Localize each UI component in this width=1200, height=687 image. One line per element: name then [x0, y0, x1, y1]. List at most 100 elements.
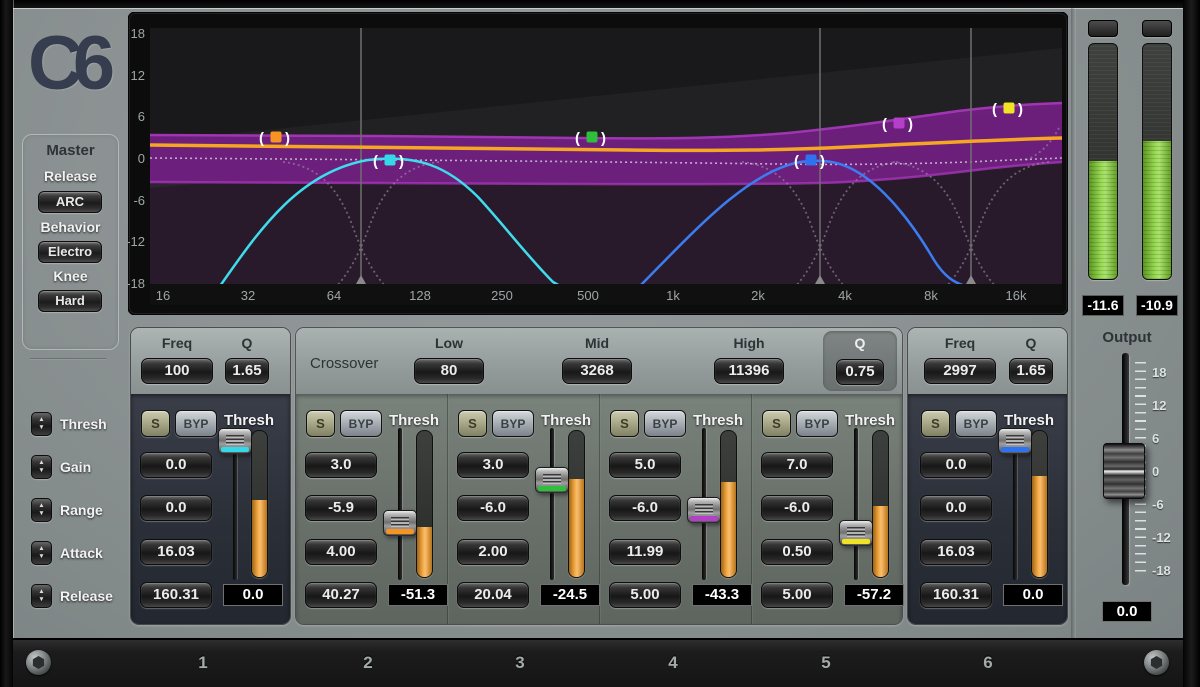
band-2-thresh-fader-handle[interactable]	[383, 510, 417, 536]
band-1-thresh-fader-handle[interactable]	[218, 428, 252, 454]
output-scale-6: 6	[1152, 431, 1182, 445]
band-1-controls: S BYP Thresh 0.0 0.0 16.03 160.31 0.0	[130, 327, 291, 625]
output-meter-right	[1142, 43, 1172, 280]
band-1-attack-value[interactable]: 16.03	[140, 539, 212, 565]
band-6-gain-value[interactable]: 0.0	[920, 452, 992, 478]
band-2-meter	[416, 430, 433, 578]
band-1-range-value[interactable]: 0.0	[140, 495, 212, 521]
hard-button[interactable]: Hard	[38, 290, 102, 312]
band-2-release-value[interactable]: 40.27	[305, 582, 377, 608]
band-6-color-stripe	[1001, 447, 1029, 452]
gain-param-label: Gain	[60, 459, 91, 475]
output-scale-minus12: -12	[1152, 530, 1182, 544]
band-number-1: 1	[183, 653, 223, 673]
band-4-release-value[interactable]: 5.00	[609, 582, 681, 608]
sidebar-divider	[30, 358, 106, 360]
band-5-thresh-fader-track[interactable]	[854, 428, 858, 580]
band-5-attack-value[interactable]: 0.50	[761, 539, 833, 565]
release-param-label: Release	[60, 588, 113, 604]
band-3-bypass-button[interactable]: BYP	[492, 410, 534, 437]
band-5-gain-value[interactable]: 7.0	[761, 452, 833, 478]
band-4-solo-button[interactable]: S	[610, 410, 639, 437]
band-4-meter-fill	[721, 482, 736, 577]
attack-stepper[interactable]: ▲▼	[31, 541, 52, 565]
band-4-bypass-button[interactable]: BYP	[644, 410, 686, 437]
band-5-release-value[interactable]: 5.00	[761, 582, 833, 608]
band-6-attack-value[interactable]: 16.03	[920, 539, 992, 565]
bottom-bar: 1 2 3 4 5 6	[13, 638, 1183, 687]
thresh-stepper[interactable]: ▲▼	[31, 412, 52, 436]
screw-right	[1144, 650, 1169, 675]
band-number-3: 3	[500, 653, 540, 673]
band-1-release-value[interactable]: 160.31	[140, 582, 212, 608]
band-6-range-value[interactable]: 0.0	[920, 495, 992, 521]
band-2-thresh-fader-track[interactable]	[398, 428, 402, 580]
band-2-node[interactable]	[271, 132, 282, 143]
band-3-solo-button[interactable]: S	[458, 410, 487, 437]
band-5-thresh-fader-handle[interactable]	[839, 520, 873, 546]
band-2-gain-value[interactable]: 3.0	[305, 452, 377, 478]
clip-indicator-right[interactable]	[1142, 20, 1172, 37]
band-5-solo-button[interactable]: S	[762, 410, 791, 437]
band-3-meter-fill	[569, 479, 584, 577]
band-5-node[interactable]	[1004, 103, 1015, 114]
band-2-color-stripe	[386, 529, 414, 534]
band-6-thresh-fader-handle[interactable]	[998, 428, 1032, 454]
arc-button[interactable]: ARC	[38, 191, 102, 213]
band-4-range-value[interactable]: -6.0	[609, 495, 681, 521]
svg-text:16k: 16k	[1006, 288, 1027, 303]
band-3-color-stripe	[538, 486, 566, 491]
band-4-thresh-readout[interactable]: -43.3	[692, 584, 752, 606]
param-row-release: ▲▼ Release	[31, 584, 126, 608]
svg-text:6: 6	[138, 109, 145, 124]
output-scale-minus6: -6	[1152, 497, 1182, 511]
release-label: Release	[22, 168, 119, 184]
band-2-solo-button[interactable]: S	[306, 410, 335, 437]
svg-text:18: 18	[131, 26, 145, 41]
band-2-bypass-button[interactable]: BYP	[340, 410, 382, 437]
band-4-gain-value[interactable]: 5.0	[609, 452, 681, 478]
band-3-gain-value[interactable]: 3.0	[457, 452, 529, 478]
band-3-thresh-fader-track[interactable]	[550, 428, 554, 580]
svg-text:): )	[1018, 101, 1023, 118]
gain-stepper[interactable]: ▲▼	[31, 455, 52, 479]
band-3-thresh-fader-handle[interactable]	[535, 467, 569, 493]
band-3-node[interactable]	[587, 132, 598, 143]
band-1-gain-value[interactable]: 0.0	[140, 452, 212, 478]
band-5-bypass-button[interactable]: BYP	[796, 410, 838, 437]
band-5-thresh-readout[interactable]: -57.2	[844, 584, 904, 606]
band-2-range-value[interactable]: -5.9	[305, 495, 377, 521]
band-5-range-value[interactable]: -6.0	[761, 495, 833, 521]
meter-readout-left: -11.6	[1082, 295, 1124, 316]
band-6-bypass-button[interactable]: BYP	[955, 410, 997, 437]
band-4-attack-value[interactable]: 11.99	[609, 539, 681, 565]
band-1-solo-button[interactable]: S	[141, 410, 170, 437]
knee-label: Knee	[22, 268, 119, 284]
band-2-thresh-readout[interactable]: -51.3	[388, 584, 448, 606]
band-1-thresh-readout[interactable]: 0.0	[223, 584, 283, 606]
band-2-attack-value[interactable]: 4.00	[305, 539, 377, 565]
band-6-node[interactable]	[806, 155, 817, 166]
band-6-release-value[interactable]: 160.31	[920, 582, 992, 608]
output-meter-right-fill	[1143, 141, 1171, 279]
band-6-thresh-readout[interactable]: 0.0	[1003, 584, 1063, 606]
range-stepper[interactable]: ▲▼	[31, 498, 52, 522]
band-3-range-value[interactable]: -6.0	[457, 495, 529, 521]
band-6-solo-button[interactable]: S	[921, 410, 950, 437]
band-3-attack-value[interactable]: 2.00	[457, 539, 529, 565]
svg-text:-12: -12	[128, 234, 145, 249]
band-3-release-value[interactable]: 20.04	[457, 582, 529, 608]
release-stepper[interactable]: ▲▼	[31, 584, 52, 608]
svg-text:(: (	[259, 130, 264, 147]
band-4-node[interactable]	[894, 118, 905, 129]
band-1-bypass-button[interactable]: BYP	[175, 410, 217, 437]
band-2-meter-fill	[417, 527, 432, 577]
svg-text:): )	[820, 153, 825, 170]
band-1-node[interactable]	[385, 155, 396, 166]
output-fader-handle[interactable]	[1103, 443, 1145, 499]
electro-button[interactable]: Electro	[38, 241, 102, 263]
band-4-thresh-fader-handle[interactable]	[687, 497, 721, 523]
output-readout[interactable]: 0.0	[1102, 601, 1152, 622]
band-3-thresh-readout[interactable]: -24.5	[540, 584, 600, 606]
clip-indicator-left[interactable]	[1088, 20, 1118, 37]
